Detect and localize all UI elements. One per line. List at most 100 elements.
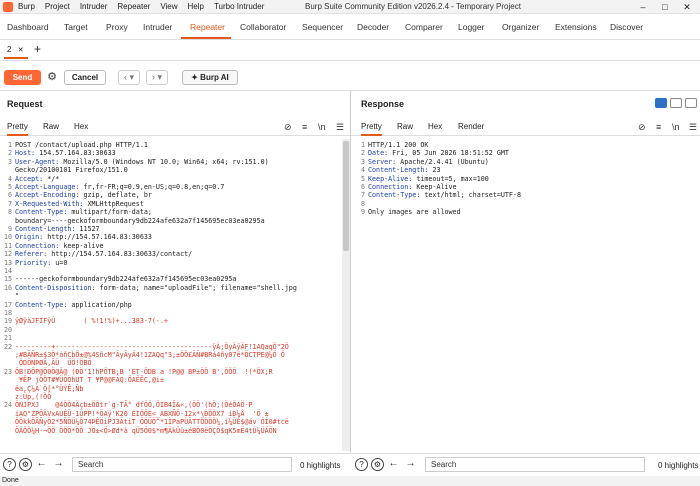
tab-dashboard[interactable]: Dashboard	[7, 14, 49, 40]
menu-turbo-intruder[interactable]: Turbo Intruder	[214, 2, 264, 11]
settings-icon[interactable]: ⚙	[19, 458, 32, 471]
response-hide-eye-icon[interactable]: ⊘	[638, 122, 646, 133]
response-forward-arrow-icon[interactable]: →	[404, 458, 417, 471]
menu-burp[interactable]: Burp	[18, 2, 35, 11]
tab-intruder[interactable]: Intruder	[143, 14, 172, 40]
response-line: Keep-Alive: timeout=5, max=100	[368, 174, 489, 183]
request-line-number: 9	[7, 225, 12, 233]
forward-history-button[interactable]: › ▾	[146, 70, 168, 85]
tab-collaborator[interactable]: Collaborator	[240, 14, 286, 40]
response-line-number: 7	[360, 191, 365, 200]
burp-logo-icon	[3, 2, 13, 12]
hide-eye-icon[interactable]: ⊘	[284, 122, 292, 133]
request-menu-icon[interactable]: ☰	[336, 122, 344, 133]
maximize-icon[interactable]: □	[654, 0, 676, 14]
tab-logger[interactable]: Logger	[458, 14, 484, 40]
burp-ai-button[interactable]: ✦ Burp AI	[182, 70, 238, 85]
repeater-tab-bar: 2 ✕ +	[0, 40, 700, 61]
back-arrow-icon[interactable]: ←	[35, 458, 48, 471]
request-tab-bar: Pretty Raw Hex	[0, 119, 350, 136]
response-tab-bar: Pretty Raw Hex Render	[351, 119, 700, 136]
request-scrollbar[interactable]	[342, 139, 350, 451]
response-line-number: 6	[360, 183, 365, 191]
gear-icon[interactable]: ⚙	[45, 70, 59, 84]
minimize-icon[interactable]: –	[632, 0, 654, 14]
pane-divider[interactable]	[350, 91, 351, 453]
request-line: ---------+------------------------------…	[15, 342, 289, 351]
tab-comparer[interactable]: Comparer	[405, 14, 443, 40]
tab-decoder[interactable]: Decoder	[357, 14, 389, 40]
request-line-number: 11	[3, 241, 12, 250]
horizontal-view-icon[interactable]	[670, 98, 682, 108]
request-tab-pretty[interactable]: Pretty	[7, 119, 28, 136]
request-scroll-thumb[interactable]	[343, 141, 349, 251]
response-tab-raw[interactable]: Raw	[397, 119, 413, 135]
request-line: ÖDÖNÞØÃ,ÃÜ ÜÖ!ÖBÖ	[15, 359, 92, 368]
repeater-tab-2[interactable]: 2 ✕	[4, 43, 28, 59]
tab-extensions[interactable]: Extensions	[555, 14, 597, 40]
request-line-number: 24	[3, 401, 12, 410]
close-window-icon[interactable]: ✕	[676, 0, 698, 14]
response-search-bar: ? ⚙ ← → Search 0 highlights	[351, 453, 700, 475]
burp-ai-label: Burp AI	[200, 73, 229, 82]
back-history-button[interactable]: ‹ ▾	[118, 70, 140, 85]
request-line-number: 4	[7, 174, 12, 183]
response-menu-icon[interactable]: ☰	[689, 122, 697, 133]
newline-icon[interactable]: \n	[318, 122, 326, 133]
tab-organizer[interactable]: Organizer	[502, 14, 539, 40]
request-line: Connection: keep-alive	[15, 241, 104, 250]
response-line: Content-Length: 23	[368, 166, 441, 175]
response-line-number: 3	[360, 157, 365, 166]
request-title: Request	[7, 99, 43, 109]
response-help-icon[interactable]: ?	[355, 458, 368, 471]
response-tab-pretty[interactable]: Pretty	[361, 119, 382, 136]
response-editor[interactable]: 1 HTTP/1.1 200 OK 2 Date: Fri, 05 Jun 2026 …	[353, 139, 698, 451]
request-line: ÖNJPXJ @4ÖÖ4Äçb±ÖÖtr`g-TÃ° dfÖÖ,ÖIB4Î&«,…	[15, 401, 253, 410]
request-line: iAQ"ZPÖÄVxAUÉÜ-1ÜPP!*ÖAÿ'K20 ÉIÖÖE<_ABXÑ…	[15, 409, 269, 418]
response-back-arrow-icon[interactable]: ←	[387, 458, 400, 471]
menu-help[interactable]: Help	[188, 2, 204, 11]
tab-target[interactable]: Target	[64, 14, 88, 40]
cancel-button[interactable]: Cancel	[64, 70, 106, 85]
response-search-input[interactable]: Search	[425, 457, 645, 472]
request-editor[interactable]: 1 POST /contact/upload.php HTTP/1.1 2 Host:…	[0, 139, 342, 451]
tab-discover[interactable]: Discover	[610, 14, 643, 40]
response-newline-icon[interactable]: \n	[672, 122, 680, 133]
response-tab-render[interactable]: Render	[458, 119, 484, 135]
menu-project[interactable]: Project	[45, 2, 70, 11]
chevron-left-icon: ‹ ▾	[123, 72, 134, 82]
response-format-icon[interactable]: ≡	[656, 122, 661, 133]
window-title: Burp Suite Community Edition v2026.2.4 -…	[305, 2, 521, 11]
request-line-number: 1	[7, 141, 12, 149]
response-line: Content-Type: text/html; charset=UTF-8	[368, 191, 521, 200]
request-line-number: 22	[3, 342, 12, 351]
request-line: z:Üp,(!ÖÖ	[15, 393, 52, 401]
sparkle-icon: ✦	[191, 73, 201, 82]
request-line: X-Requested-With: XMLHttpRequest	[15, 199, 144, 208]
request-line-number: 18	[3, 309, 12, 317]
response-tab-hex[interactable]: Hex	[428, 119, 442, 135]
forward-arrow-icon[interactable]: →	[52, 458, 65, 471]
tab-proxy[interactable]: Proxy	[106, 14, 128, 40]
format-icon[interactable]: ≡	[302, 122, 307, 133]
single-view-icon[interactable]	[685, 98, 697, 108]
send-button[interactable]: Send	[4, 70, 41, 85]
menu-intruder[interactable]: Intruder	[80, 2, 108, 11]
help-icon[interactable]: ?	[3, 458, 16, 471]
request-line-number: 16	[3, 283, 12, 292]
request-line-number: 14	[3, 267, 12, 275]
request-tab-raw[interactable]: Raw	[43, 119, 59, 135]
request-tab-hex[interactable]: Hex	[74, 119, 88, 135]
request-line: Content-Length: 11527	[15, 225, 100, 233]
request-line: ;#BÃÑR±$3Ö*áñCbÖ±@%4SñcM"ÄyÄyÄ4!1ZAQq"3;…	[15, 351, 285, 359]
close-tab-icon[interactable]: ✕	[18, 47, 24, 54]
menu-view[interactable]: View	[160, 2, 177, 11]
tab-sequencer[interactable]: Sequencer	[302, 14, 343, 40]
response-settings-icon[interactable]: ⚙	[371, 458, 384, 471]
response-title: Response	[361, 99, 405, 109]
request-search-input[interactable]: Search	[72, 457, 292, 472]
add-tab-icon[interactable]: +	[34, 42, 41, 56]
split-view-icon[interactable]	[655, 98, 667, 108]
menu-repeater[interactable]: Repeater	[117, 2, 150, 11]
request-line-number: 23	[3, 367, 12, 376]
